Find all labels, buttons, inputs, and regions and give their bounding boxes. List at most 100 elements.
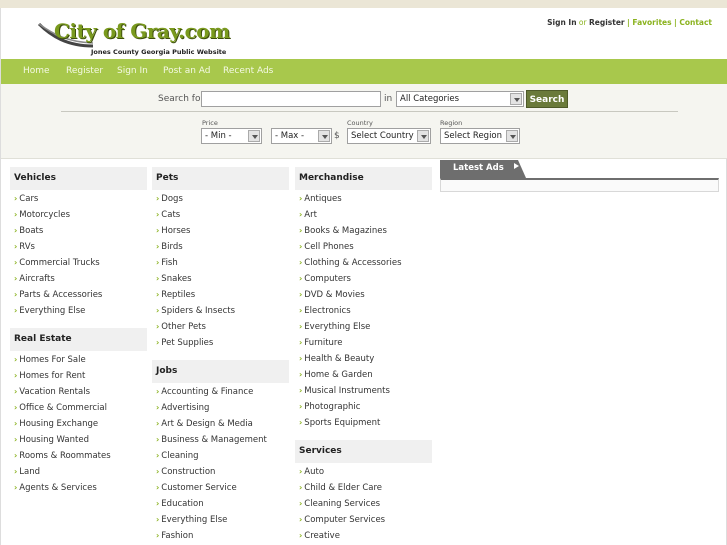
subcategory-link[interactable]: › Art & Design & Media (152, 417, 289, 433)
chevron-right-icon: › (14, 451, 18, 460)
subcategory-label: Birds (161, 242, 183, 252)
account-links: Sign In or Register | Favorites | Contac… (547, 18, 712, 27)
subcategory-link[interactable]: › Homes for Rent (10, 369, 147, 385)
category-heading[interactable]: Real Estate (10, 328, 147, 351)
subcategory-link[interactable]: › Everything Else (10, 304, 147, 320)
subcategory-link[interactable]: › Cleaning (152, 449, 289, 465)
subcategory-link[interactable]: › Vacation Rentals (10, 385, 147, 401)
subcategory-link[interactable]: › Advertising (152, 401, 289, 417)
subcategory-link[interactable]: › Cats (152, 208, 289, 224)
chevron-right-icon: › (299, 210, 303, 219)
subcategory-link[interactable]: › Office & Commercial (10, 401, 147, 417)
chevron-down-icon (318, 130, 330, 142)
subcategory-link[interactable]: › Everything Else (152, 513, 289, 529)
subcategory-link[interactable]: › Books & Magazines (295, 224, 432, 240)
category-heading[interactable]: Vehicles (10, 167, 147, 190)
price-min-select[interactable]: - Min - (201, 128, 262, 144)
subcategory-link[interactable]: › Pet Supplies (152, 336, 289, 352)
subcategory-link[interactable]: › Education (152, 497, 289, 513)
subcategory-link[interactable]: › Computers (295, 272, 432, 288)
subcategory-link[interactable]: › Clothing & Accessories (295, 256, 432, 272)
subcategory-link[interactable]: › Antiques (295, 192, 432, 208)
subcategory-link[interactable]: › Aircrafts (10, 272, 147, 288)
subcategory-link[interactable]: › Commercial Trucks (10, 256, 147, 272)
subcategory-link[interactable]: › Auto (295, 465, 432, 481)
subcategory-link[interactable]: › Housing Wanted (10, 433, 147, 449)
subcategory-link[interactable]: › DVD & Movies (295, 288, 432, 304)
subcategory-link[interactable]: › Child & Elder Care (295, 481, 432, 497)
subcategory-link[interactable]: › Photographic (295, 400, 432, 416)
subcategory-link[interactable]: › Land (10, 465, 147, 481)
subcategory-link[interactable]: › Snakes (152, 272, 289, 288)
subcategory-link[interactable]: › Cars (10, 192, 147, 208)
subcategory-link[interactable]: › Agents & Services (10, 481, 147, 497)
subcategory-link[interactable]: › Art (295, 208, 432, 224)
search-label: Search for (158, 94, 205, 104)
category-select[interactable]: All Categories (396, 91, 524, 107)
subcategory-link[interactable]: › Boats (10, 224, 147, 240)
favorites-link[interactable]: | Favorites (627, 18, 672, 27)
subcategory-link[interactable]: › Birds (152, 240, 289, 256)
subcategory-link[interactable]: › Furniture (295, 336, 432, 352)
nav-recent-ads[interactable]: Recent Ads (223, 66, 273, 76)
sign-in-link[interactable]: Sign In (547, 18, 576, 27)
latest-ads-tab[interactable]: Latest Ads (440, 160, 526, 178)
site-logo[interactable]: City of Gray.com Jones County Georgia Pu… (37, 16, 237, 60)
subcategory-label: Everything Else (161, 515, 228, 525)
chevron-right-icon: › (299, 290, 303, 299)
subcategory-link[interactable]: › Other Pets (152, 320, 289, 336)
country-label: Country (347, 119, 373, 127)
nav-home[interactable]: Home (23, 66, 50, 76)
subcategory-link[interactable]: › Cell Phones (295, 240, 432, 256)
subcategory-link[interactable]: › Customer Service (152, 481, 289, 497)
register-link[interactable]: Register (589, 18, 625, 27)
subcategory-link[interactable]: › Construction (152, 465, 289, 481)
region-select[interactable]: Select Region (440, 128, 520, 144)
category-heading[interactable]: Jobs (152, 360, 289, 383)
subcategory-link[interactable]: › Cleaning Services (295, 497, 432, 513)
category-heading[interactable]: Pets (152, 167, 289, 190)
search-button[interactable]: Search (526, 90, 568, 108)
subcategory-link[interactable]: › Health & Beauty (295, 352, 432, 368)
subcategory-label: Rooms & Roommates (19, 451, 111, 461)
category-heading[interactable]: Services (295, 440, 432, 463)
subcategory-link[interactable]: › Dogs (152, 192, 289, 208)
country-select[interactable]: Select Country (347, 128, 431, 144)
nav-register[interactable]: Register (66, 66, 103, 76)
category-value: All Categories (400, 94, 460, 104)
contact-link[interactable]: | Contact (674, 18, 712, 27)
subcategory-link[interactable]: › Homes For Sale (10, 353, 147, 369)
subcategory-link[interactable]: › Reptiles (152, 288, 289, 304)
subcategory-link[interactable]: › Housing Exchange (10, 417, 147, 433)
search-input[interactable] (201, 91, 381, 107)
subcategory-link[interactable]: › Business & Management (152, 433, 289, 449)
chevron-right-icon: › (156, 338, 160, 347)
chevron-right-icon: › (14, 419, 18, 428)
subcategory-link[interactable]: › Creative (295, 529, 432, 545)
subcategory-link[interactable]: › Computer Services (295, 513, 432, 529)
subcategory-link[interactable]: › Spiders & Insects (152, 304, 289, 320)
chevron-right-icon: › (14, 290, 18, 299)
subcategory-link[interactable]: › Everything Else (295, 320, 432, 336)
subcategory-link[interactable]: › Sports Equipment (295, 416, 432, 432)
nav-sign-in[interactable]: Sign In (117, 66, 148, 76)
subcategory-link[interactable]: › Parts & Accessories (10, 288, 147, 304)
subcategory-link[interactable]: › Fish (152, 256, 289, 272)
subcategory-link[interactable]: › Accounting & Finance (152, 385, 289, 401)
subcategory-link[interactable]: › Horses (152, 224, 289, 240)
subcategory-link[interactable]: › Musical Instruments (295, 384, 432, 400)
subcategory-link[interactable]: › Rooms & Roommates (10, 449, 147, 465)
chevron-right-icon: › (156, 499, 160, 508)
subcategory-link[interactable]: › Fashion (152, 529, 289, 545)
subcategory-label: Land (19, 467, 41, 477)
subcategory-link[interactable]: › RVs (10, 240, 147, 256)
category-heading[interactable]: Merchandise (295, 167, 432, 190)
subcategory-link[interactable]: › Home & Garden (295, 368, 432, 384)
price-max-select[interactable]: - Max - (271, 128, 332, 144)
subcategory-link[interactable]: › Electronics (295, 304, 432, 320)
subcategory-link[interactable]: › Motorcycles (10, 208, 147, 224)
nav-post-ad[interactable]: Post an Ad (163, 66, 210, 76)
subcategory-label: Photographic (304, 402, 361, 412)
subcategory-label: Cleaning (161, 451, 199, 461)
region-label: Region (440, 119, 463, 127)
